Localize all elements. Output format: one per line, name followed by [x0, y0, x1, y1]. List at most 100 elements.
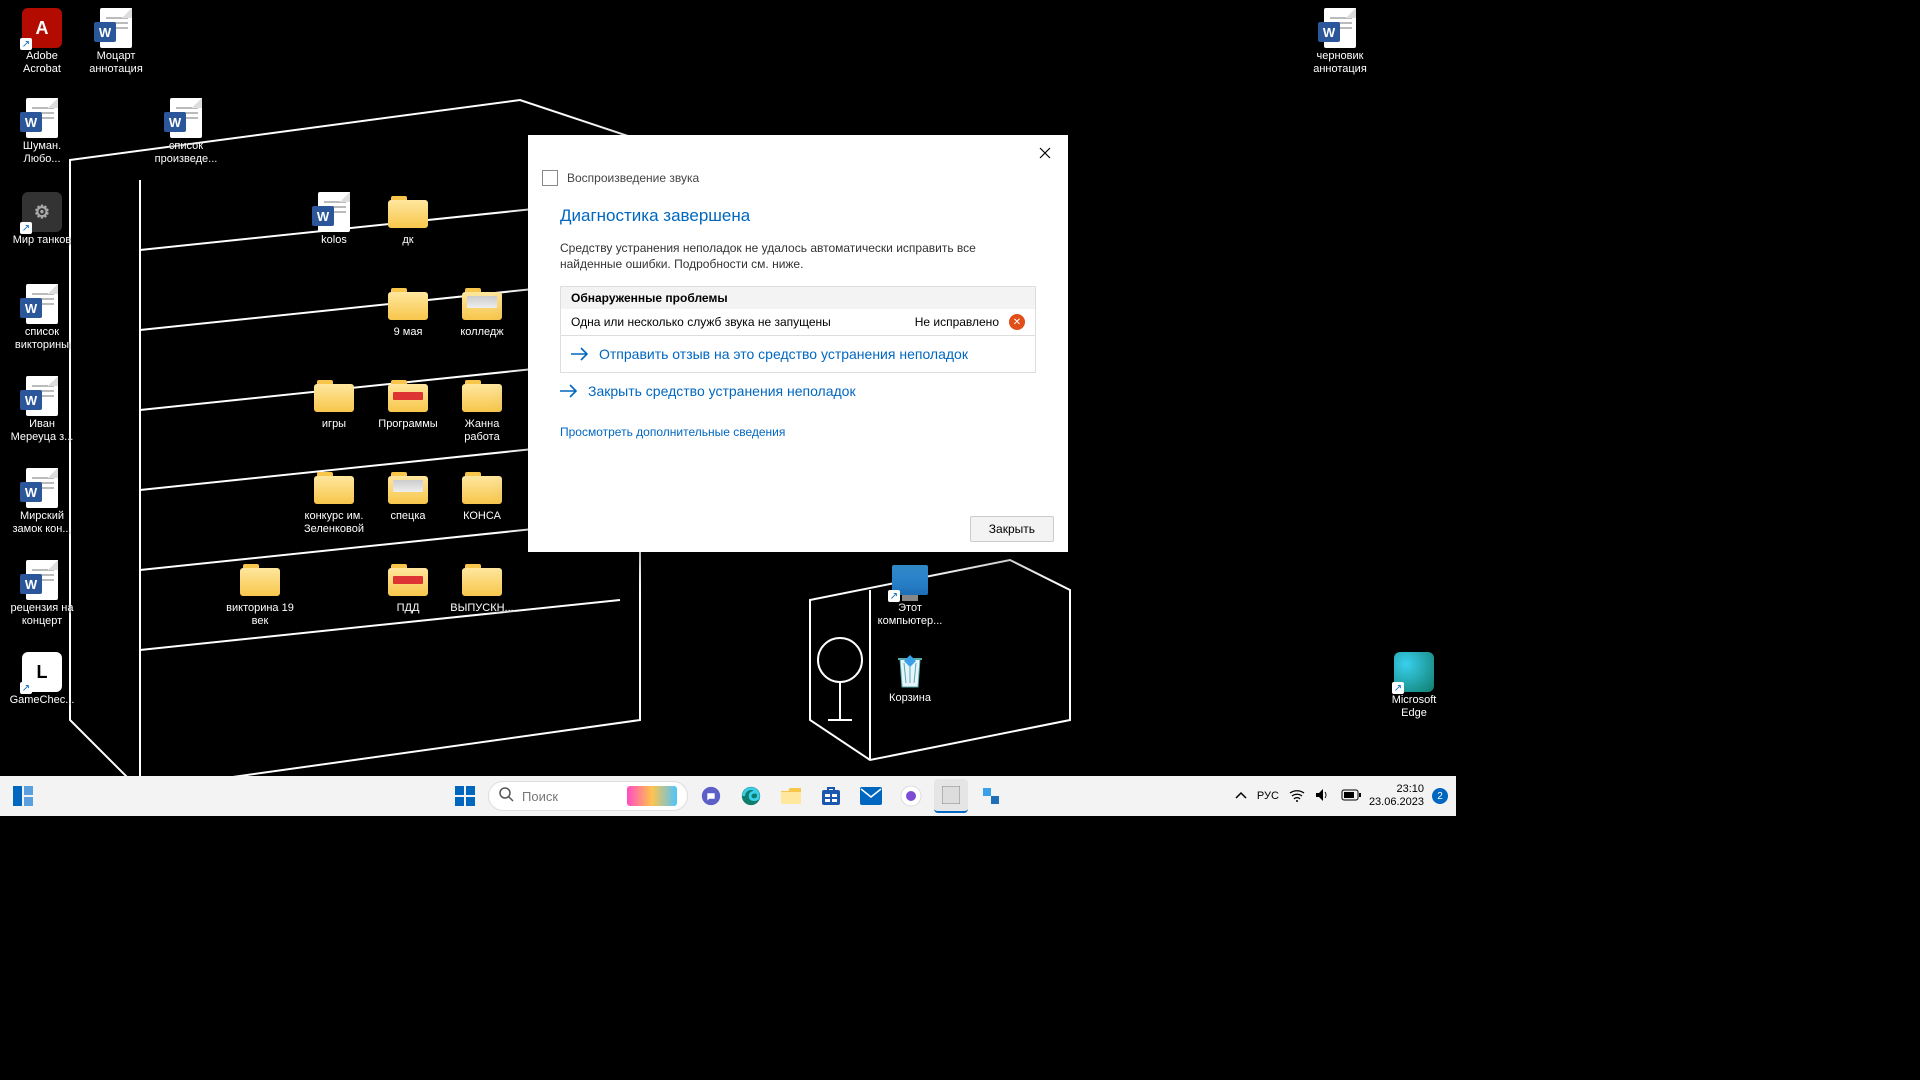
desktop-icon[interactable]: Wчерновик аннотация [1302, 8, 1378, 76]
link-view-details[interactable]: Просмотреть дополнительные сведения [560, 425, 1036, 439]
desktop-icon-label: колледж [460, 326, 503, 339]
icon-word: W [22, 284, 62, 324]
desktop-icon[interactable]: колледж [444, 284, 520, 339]
icon-word: W [22, 560, 62, 600]
problems-box: Обнаруженные проблемы Одна или несколько… [560, 286, 1036, 336]
desktop-icon[interactable]: ↗Microsoft Edge [1376, 652, 1452, 720]
desktop-icon[interactable]: WМоцарт аннотация [78, 8, 154, 76]
desktop-icon[interactable]: Wсписок викторины [4, 284, 80, 352]
icon-word: W [22, 376, 62, 416]
desktop-icon[interactable]: ПДД [370, 560, 446, 615]
volume-icon[interactable] [1315, 788, 1331, 805]
desktop-icon-label: КОНСА [463, 510, 501, 523]
taskbar-app[interactable] [974, 779, 1008, 813]
desktop-icon[interactable]: ↗Этот компьютер... [872, 560, 948, 628]
desktop-icon[interactable]: A↗Adobe Acrobat [4, 8, 80, 76]
taskbar-chat[interactable] [694, 779, 728, 813]
icon-bin [890, 650, 930, 690]
problems-header: Обнаруженные проблемы [561, 287, 1035, 309]
icon-app-game: L↗ [22, 652, 62, 692]
desktop-icon[interactable]: WШуман. Любо... [4, 98, 80, 166]
widgets-button[interactable] [6, 782, 40, 810]
desktop-icon-label: Этот компьютер... [874, 602, 946, 628]
dialog-titlebar[interactable] [528, 135, 1068, 170]
desktop-icon[interactable]: Wрецензия на концерт [4, 560, 80, 628]
tray-chevron-up-icon[interactable] [1235, 790, 1247, 802]
icon-word: W [96, 8, 136, 48]
language-indicator[interactable]: РУС [1257, 790, 1279, 802]
desktop-icon[interactable]: 9 мая [370, 284, 446, 339]
action-send-feedback[interactable]: Отправить отзыв на это средство устранен… [560, 336, 1036, 373]
icon-word: W [1320, 8, 1360, 48]
desktop-icon-label: Жанна работа [446, 418, 518, 444]
taskbar-troubleshooter[interactable] [934, 779, 968, 813]
desktop-icon-label: Программы [378, 418, 437, 431]
desktop-icon-label: ВЫПУСКН... [450, 602, 513, 615]
icon-folder [314, 376, 354, 416]
desktop-icon[interactable]: WМирский замок кон... [4, 468, 80, 536]
icon-folder [462, 376, 502, 416]
close-icon[interactable] [1022, 135, 1068, 170]
notification-badge[interactable]: 2 [1432, 788, 1448, 804]
desktop-icon-label: спецка [390, 510, 425, 523]
desktop-icon[interactable]: КОНСА [444, 468, 520, 523]
desktop-icon-label: черновик аннотация [1304, 50, 1376, 76]
icon-folder-red [388, 560, 428, 600]
desktop-icon[interactable]: L↗GameChec... [4, 652, 80, 707]
action-close-troubleshooter[interactable]: Закрыть средство устранения неполадок [560, 373, 1036, 409]
icon-folder [462, 560, 502, 600]
desktop-icon-label: дк [402, 234, 413, 247]
icon-folder-thumb [388, 468, 428, 508]
taskbar-edge[interactable] [734, 779, 768, 813]
desktop-icon[interactable]: игры [296, 376, 372, 431]
search-icon [499, 787, 514, 805]
taskbar-explorer[interactable] [774, 779, 808, 813]
search-box[interactable]: Поиск [488, 781, 688, 811]
desktop-icon[interactable]: дк [370, 192, 446, 247]
clock[interactable]: 23:10 23.06.2023 [1369, 783, 1424, 809]
desktop-icon-label: рецензия на концерт [6, 602, 78, 628]
desktop-icon-label: kolos [321, 234, 347, 247]
desktop-icon[interactable]: викторина 19 век [222, 560, 298, 628]
desktop-icon[interactable]: конкурс им. Зеленковой [296, 468, 372, 536]
desktop-icon[interactable]: спецка [370, 468, 446, 523]
action-close-label: Закрыть средство устранения неполадок [588, 383, 856, 399]
desktop-icon-label: ПДД [397, 602, 420, 615]
desktop-icon-label: Шуман. Любо... [6, 140, 78, 166]
clock-date: 23.06.2023 [1369, 796, 1424, 809]
battery-icon[interactable] [1341, 789, 1361, 804]
desktop-icon[interactable]: WИван Мереуца з... [4, 376, 80, 444]
desktop-icon-label: Microsoft Edge [1378, 694, 1450, 720]
icon-folder-thumb [462, 284, 502, 324]
search-placeholder: Поиск [522, 789, 619, 804]
desktop-icon[interactable]: Wсписок произведе... [148, 98, 224, 166]
icon-folder [388, 284, 428, 324]
desktop-icon[interactable]: Программы [370, 376, 446, 431]
desktop-icon-label: Мирский замок кон... [6, 510, 78, 536]
clock-time: 23:10 [1369, 783, 1424, 796]
start-button[interactable] [448, 779, 482, 813]
desktop-icon[interactable]: ВЫПУСКН... [444, 560, 520, 615]
dialog-window-title: Воспроизведение звука [567, 171, 699, 185]
desktop-icon-label: список произведе... [150, 140, 222, 166]
desktop-icon[interactable]: Wkolos [296, 192, 372, 247]
icon-word: W [22, 98, 62, 138]
close-button[interactable]: Закрыть [970, 516, 1054, 542]
dialog-description: Средству устранения неполадок не удалось… [560, 240, 1036, 272]
desktop-icon[interactable]: Жанна работа [444, 376, 520, 444]
taskbar-store[interactable] [814, 779, 848, 813]
problem-row[interactable]: Одна или несколько служб звука не запуще… [561, 309, 1035, 335]
desktop-icon[interactable]: ⚙↗Мир танков [4, 192, 80, 247]
desktop-icon-label: викторина 19 век [224, 602, 296, 628]
icon-folder [240, 560, 280, 600]
wifi-icon[interactable] [1289, 788, 1305, 805]
action-feedback-label: Отправить отзыв на это средство устранен… [599, 346, 968, 362]
icon-folder [314, 468, 354, 508]
troubleshooter-dialog: Воспроизведение звука Диагностика заверш… [528, 135, 1068, 552]
error-icon: ✕ [1009, 314, 1025, 330]
taskbar-mail[interactable] [854, 779, 888, 813]
icon-word: W [22, 468, 62, 508]
taskbar-yandex[interactable] [894, 779, 928, 813]
desktop-icon-label: игры [322, 418, 346, 431]
desktop-icon[interactable]: Корзина [872, 650, 948, 705]
